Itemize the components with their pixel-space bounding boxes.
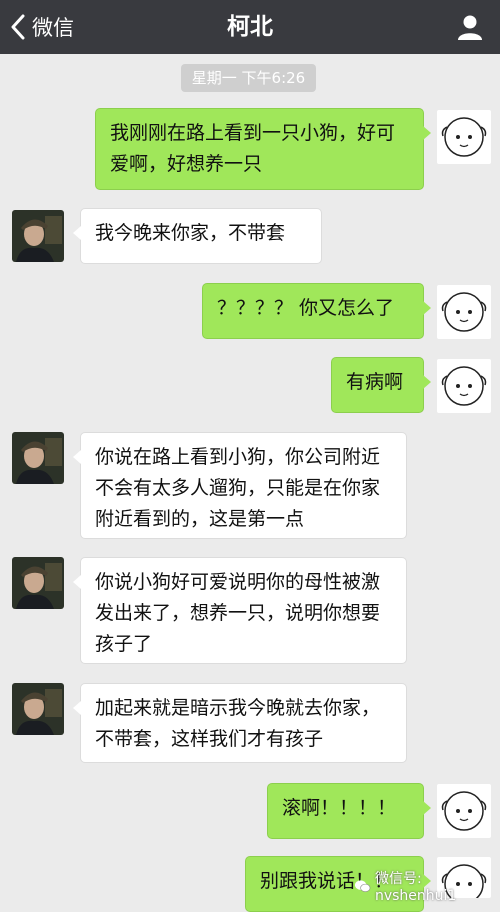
user-avatar[interactable] <box>437 285 491 339</box>
doodle-face-icon <box>441 366 487 406</box>
message-bubble-sent[interactable]: 滚啊！！！！ <box>267 783 431 839</box>
portrait-icon <box>12 683 64 735</box>
user-avatar[interactable] <box>437 784 491 838</box>
user-avatar[interactable] <box>437 359 491 413</box>
message-bubble-received[interactable]: 我今晚来你家，不带套 <box>73 208 322 264</box>
contact-avatar[interactable] <box>12 432 64 484</box>
wechat-watermark: 微信号: nvshenhui1 <box>354 868 500 904</box>
portrait-icon <box>12 432 64 484</box>
contact-avatar[interactable] <box>12 210 64 262</box>
user-avatar[interactable] <box>437 110 491 164</box>
person-icon[interactable] <box>456 13 484 41</box>
nav-bar: 微信 柯北 <box>0 0 500 54</box>
message-bubble-sent[interactable]: 我刚刚在路上看到一只小狗，好可爱啊，好想养一只 <box>95 108 431 190</box>
message-bubble-sent[interactable]: 有病啊 <box>331 357 431 413</box>
contact-avatar[interactable] <box>12 683 64 735</box>
wechat-logo-icon <box>354 880 371 892</box>
message-bubble-sent[interactable]: ？？？？ 你又怎么了 <box>202 283 431 339</box>
message-bubble-received[interactable]: 你说小狗好可爱说明你的母性被激发出来了，想养一只，说明你想要孩子了 <box>73 557 407 664</box>
doodle-face-icon <box>441 117 487 157</box>
doodle-face-icon <box>441 791 487 831</box>
portrait-icon <box>12 557 64 609</box>
doodle-face-icon <box>441 292 487 332</box>
chat-title: 柯北 <box>227 14 273 40</box>
message-bubble-received[interactable]: 你说在路上看到小狗，你公司附近不会有太多人遛狗，只能是在你家附近看到的，这是第一… <box>73 432 407 539</box>
timestamp-badge: 星期一 下午6:26 <box>181 64 316 92</box>
message-bubble-received[interactable]: 加起来就是暗示我今晚就去你家，不带套，这样我们才有孩子 <box>73 683 407 763</box>
portrait-icon <box>12 210 64 262</box>
watermark-text: 微信号: nvshenhui1 <box>374 871 457 904</box>
contact-avatar[interactable] <box>12 557 64 609</box>
